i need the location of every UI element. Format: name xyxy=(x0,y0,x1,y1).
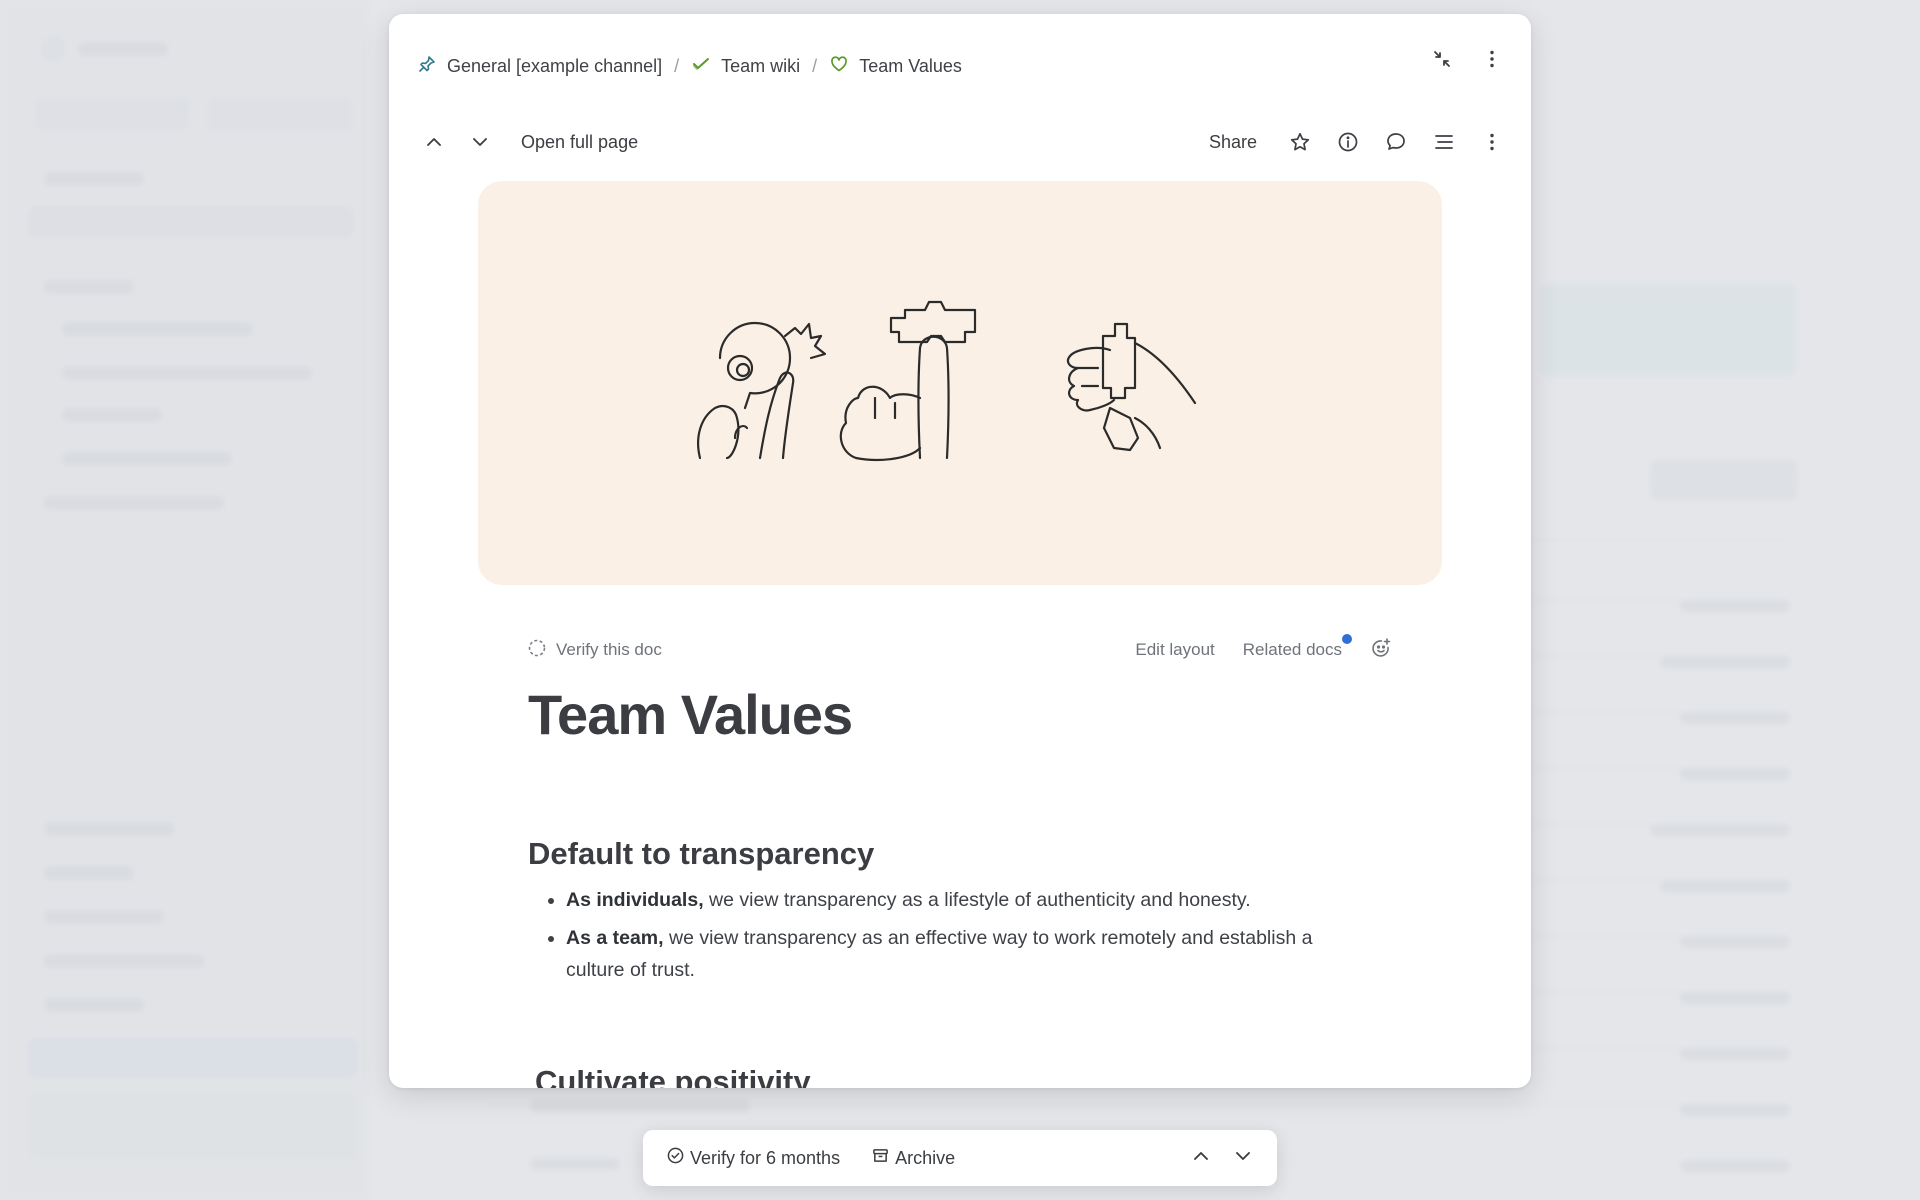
more-vertical-icon[interactable] xyxy=(1481,131,1503,153)
check-icon xyxy=(691,54,711,79)
more-vertical-icon[interactable] xyxy=(1481,48,1503,70)
info-icon[interactable] xyxy=(1337,131,1359,153)
share-button[interactable]: Share xyxy=(1209,132,1257,153)
verify-label: Verify for 6 months xyxy=(690,1147,841,1168)
verify-doc-button[interactable]: Verify this doc xyxy=(528,639,662,662)
doc-toolbar-actions: Share xyxy=(1209,131,1503,153)
related-docs-label: Related docs xyxy=(1242,640,1342,659)
open-full-page-button[interactable]: Open full page xyxy=(521,132,638,153)
doc-meta-bar: Verify this doc Edit layout Related docs xyxy=(528,634,1392,666)
notification-dot xyxy=(1342,634,1352,644)
cover-image[interactable] xyxy=(478,181,1442,585)
breadcrumb-label: Team wiki xyxy=(721,55,801,76)
list-item[interactable]: As individuals, we view transparency as … xyxy=(528,884,1371,916)
section-heading[interactable]: Cultivate positivity xyxy=(535,1064,1371,1088)
chevron-down-icon[interactable] xyxy=(469,131,491,153)
breadcrumb-separator: / xyxy=(812,55,818,76)
verification-bar: Verify for 6 months Archive xyxy=(643,1130,1277,1186)
breadcrumb-item-wiki[interactable]: Team wiki xyxy=(691,54,800,79)
doc-toolbar: Open full page Share xyxy=(417,122,1503,162)
bullet-list: As individuals, we view transparency as … xyxy=(528,884,1371,986)
collapse-icon[interactable] xyxy=(1431,48,1453,70)
chevron-up-icon[interactable] xyxy=(1191,1146,1211,1171)
puzzle-hands-illustration xyxy=(697,300,1197,462)
chevron-down-icon[interactable] xyxy=(1233,1146,1253,1171)
check-circle-icon xyxy=(667,1147,684,1169)
related-docs-button[interactable]: Related docs xyxy=(1242,634,1352,660)
breadcrumb-item-channel[interactable]: General [example channel] xyxy=(417,54,662,79)
star-icon[interactable] xyxy=(1289,131,1311,153)
comment-icon[interactable] xyxy=(1385,131,1407,153)
list-item[interactable]: As a team, we view transparency as an ef… xyxy=(528,922,1371,986)
breadcrumb-separator: / xyxy=(674,55,680,76)
doc-section: Default to transparency As individuals, … xyxy=(528,836,1371,986)
outline-icon[interactable] xyxy=(1433,131,1455,153)
doc-meta-actions: Edit layout Related docs xyxy=(1135,634,1392,664)
doc-title[interactable]: Team Values xyxy=(528,682,853,747)
breadcrumb-item-doc[interactable]: Team Values xyxy=(829,54,962,79)
archive-icon xyxy=(872,1147,889,1169)
heart-icon xyxy=(829,54,849,79)
edit-layout-button[interactable]: Edit layout xyxy=(1135,640,1214,660)
verification-navigation xyxy=(1191,1146,1253,1171)
verify-for-6-months-button[interactable]: Verify for 6 months xyxy=(667,1147,840,1169)
archive-button[interactable]: Archive xyxy=(872,1147,955,1169)
breadcrumb-label: General [example channel] xyxy=(447,55,663,76)
verify-doc-label: Verify this doc xyxy=(556,640,662,659)
pin-icon xyxy=(417,54,437,79)
breadcrumb-label: Team Values xyxy=(859,55,962,76)
chevron-up-icon[interactable] xyxy=(423,131,445,153)
dashed-circle-icon xyxy=(528,639,546,662)
add-reaction-icon[interactable] xyxy=(1370,637,1392,664)
breadcrumb: General [example channel] / Team wiki / … xyxy=(417,40,1503,92)
archive-label: Archive xyxy=(895,1147,956,1168)
section-heading[interactable]: Default to transparency xyxy=(528,836,1371,872)
modal-top-actions xyxy=(1431,48,1503,70)
doc-navigation xyxy=(423,131,491,153)
doc-section: Cultivate positivity xyxy=(535,1064,1371,1088)
doc-modal: General [example channel] / Team wiki / … xyxy=(389,14,1531,1088)
